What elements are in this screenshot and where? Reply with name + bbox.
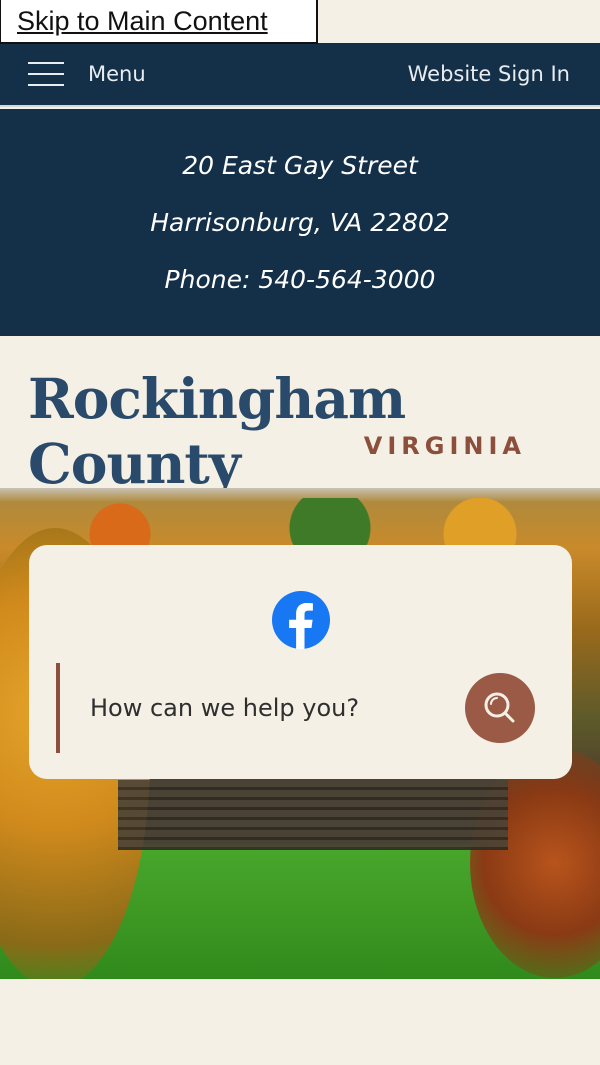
search-button[interactable] <box>465 673 535 743</box>
search-icon <box>484 692 515 723</box>
menu-button[interactable]: Menu <box>28 62 146 86</box>
hamburger-icon <box>28 62 64 86</box>
search-input[interactable]: How can we help you? <box>56 663 416 753</box>
address-line-2: Harrisonburg, VA 22802 <box>150 208 450 237</box>
logo-subtitle: VIRGINIA <box>363 432 526 460</box>
search-placeholder: How can we help you? <box>90 694 360 722</box>
site-logo[interactable]: Rockingham County VIRGINIA <box>0 336 600 496</box>
phone-number[interactable]: Phone: 540-564-3000 <box>165 251 436 308</box>
skip-to-main-content-link[interactable]: Skip to Main Content <box>0 0 318 44</box>
facebook-icon[interactable] <box>272 591 330 649</box>
website-sign-in-link[interactable]: Website Sign In <box>408 62 570 86</box>
search-card: How can we help you? <box>29 545 572 779</box>
menu-label: Menu <box>88 62 146 86</box>
contact-info: 20 East Gay Street Harrisonburg, VA 2280… <box>0 109 600 336</box>
hero-cabin <box>118 780 508 850</box>
logo-title: Rockingham County <box>28 366 406 496</box>
address-line-1: 20 East Gay Street <box>182 151 418 180</box>
top-nav-bar: Menu Website Sign In <box>0 43 600 107</box>
